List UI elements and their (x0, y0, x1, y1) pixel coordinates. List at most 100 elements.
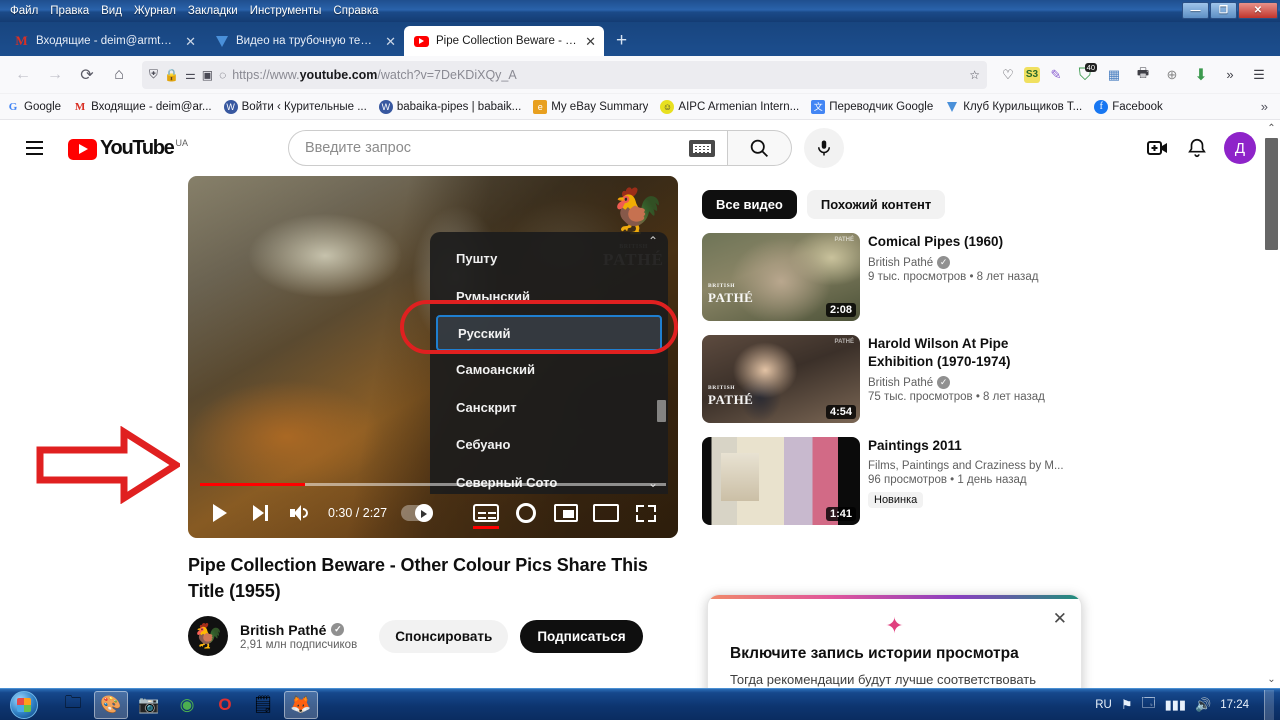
bookmark-star-icon[interactable]: ☆ (969, 68, 980, 82)
bookmark-google-translate[interactable]: 文 Переводчик Google (811, 99, 933, 114)
volume-icon[interactable]: 🔊 (1195, 697, 1211, 713)
maximize-button[interactable]: ❐ (1210, 2, 1237, 19)
scroll-down-icon[interactable]: ⌄ (1263, 671, 1280, 688)
menu-item-history[interactable]: Журнал (128, 3, 182, 19)
taskbar-paint-icon[interactable]: 🎨 (94, 690, 128, 719)
adblock-icon[interactable]: ⛉ 40 (1072, 62, 1098, 88)
language-menu-scrollbar[interactable] (657, 400, 666, 422)
volume-button[interactable] (280, 496, 320, 530)
flag-icon[interactable]: ⚑ (1121, 697, 1133, 713)
video-player[interactable]: 🐓 BRITISH PATHÉ ⌃ Пушту Румынский Русски… (188, 176, 678, 538)
video-channel[interactable]: Films, Paintings and Craziness by M... (868, 460, 1072, 472)
translate-extension-icon[interactable]: ▦ (1101, 62, 1127, 88)
subscribe-button[interactable]: Подписаться (520, 619, 643, 653)
taskbar-notepad-icon[interactable]: 🗒 (246, 691, 280, 719)
clock[interactable]: 17:24 (1220, 699, 1249, 711)
globe-icon[interactable]: ⊕ (1159, 62, 1185, 88)
menu-item-tools[interactable]: Инструменты (244, 3, 328, 19)
bookmark-google[interactable]: G Google (6, 100, 61, 114)
youtube-logo[interactable]: YouTube UA (68, 137, 188, 160)
page-scrollbar[interactable]: ⌃ ⌄ (1263, 120, 1280, 688)
recommended-video-item[interactable]: PATHÉ BRITISH PATHÉ 2:08 Comical Pipes (… (702, 233, 1072, 321)
browser-tab-video[interactable]: Видео на трубочную тему - Ст ✕ (204, 26, 404, 56)
lock-icon[interactable]: 🔒 (164, 68, 179, 82)
chip-related-content[interactable]: Похожий контент (806, 190, 946, 219)
miniplayer-button[interactable] (546, 496, 586, 530)
tab-close-icon[interactable]: ✕ (185, 35, 196, 48)
language-item-cebuano[interactable]: Себуано (430, 426, 668, 464)
autoplay-toggle[interactable] (401, 504, 434, 522)
recommended-video-item[interactable]: PATHÉ BRITISH PATHÉ 4:54 Harold Wilson A… (702, 335, 1072, 423)
new-tab-button[interactable]: + (604, 30, 639, 56)
bookmark-facebook[interactable]: f Facebook (1094, 99, 1163, 114)
search-input[interactable] (305, 140, 689, 156)
subtitle-language-menu[interactable]: ⌃ Пушту Румынский Русский Самоанский Сан… (430, 232, 668, 494)
video-channel[interactable]: British Pathé ✓ (868, 376, 1072, 389)
sponsor-button[interactable]: Спонсировать (379, 619, 509, 653)
taskbar-firefox-icon[interactable]: 🦊 (284, 690, 318, 719)
reload-button[interactable]: ⟳ (72, 60, 102, 90)
language-item-romanian[interactable]: Румынский (430, 278, 668, 316)
play-button[interactable] (200, 496, 240, 530)
language-item-sanskrit[interactable]: Санскрит (430, 389, 668, 427)
language-item-samoan[interactable]: Самоанский (430, 351, 668, 389)
browser-tab-youtube[interactable]: Pipe Collection Beware - Other С ✕ (404, 26, 604, 56)
theater-mode-button[interactable] (586, 496, 626, 530)
scrollbar-thumb[interactable] (1265, 138, 1278, 250)
search-box[interactable] (288, 130, 728, 166)
network-icon[interactable]: ▮▮▮ (1165, 697, 1186, 713)
bookmark-wordpress-login[interactable]: W Войти ‹ Курительные ... (223, 99, 367, 114)
voice-search-button[interactable] (804, 128, 844, 168)
stylus-icon[interactable]: ✎ (1043, 62, 1069, 88)
bookmarks-overflow-icon[interactable]: » (1261, 99, 1274, 114)
back-button[interactable]: ← (8, 60, 38, 90)
progress-bar[interactable] (200, 483, 666, 486)
menu-item-bookmarks[interactable]: Закладки (182, 3, 244, 19)
settings-button[interactable] (506, 496, 546, 530)
bookmark-aipc[interactable]: ☺ AIPC Armenian Intern... (660, 99, 799, 114)
appmenu-icon[interactable]: ☰ (1246, 62, 1272, 88)
scroll-up-icon[interactable]: ⌃ (1263, 120, 1280, 137)
menu-item-file[interactable]: Файл (4, 3, 44, 19)
video-thumbnail[interactable]: 1:41 (702, 437, 860, 525)
close-button[interactable]: ✕ (1238, 2, 1278, 19)
guide-menu-icon[interactable] (14, 128, 54, 168)
language-item-russian[interactable]: Русский (436, 315, 662, 351)
language-item-pashto[interactable]: Пушту (430, 240, 668, 278)
avatar[interactable]: Д (1224, 132, 1256, 164)
download-icon[interactable]: ⬇ (1188, 62, 1214, 88)
language-indicator[interactable]: RU (1095, 699, 1112, 711)
bookmark-ebay[interactable]: e My eBay Summary (533, 99, 648, 114)
action-center-icon[interactable]: 🗔 (1141, 694, 1155, 716)
chevron-up-icon[interactable]: ⌃ (648, 234, 658, 248)
channel-name-row[interactable]: British Pathé ✓ (240, 622, 357, 638)
chip-all-videos[interactable]: Все видео (702, 190, 797, 219)
bookmark-babaika-pipes[interactable]: W babaika-pipes | babaik... (378, 99, 521, 114)
no-camera-icon[interactable]: ▣ (202, 68, 213, 82)
start-button[interactable] (0, 690, 48, 720)
bookmark-gmail[interactable]: M Входящие - deim@ar... (73, 100, 212, 114)
menu-item-edit[interactable]: Правка (44, 3, 95, 19)
bell-icon[interactable] (1186, 137, 1208, 159)
video-thumbnail[interactable]: PATHÉ BRITISH PATHÉ 2:08 (702, 233, 860, 321)
taskbar-explorer-icon[interactable]: 🗀 (56, 691, 90, 719)
search-button[interactable] (728, 130, 792, 166)
next-button[interactable] (240, 496, 280, 530)
close-icon[interactable]: ✕ (1053, 609, 1067, 629)
shield-icon[interactable]: ⛨ (149, 67, 158, 82)
tab-close-icon[interactable]: ✕ (385, 35, 396, 48)
fullscreen-button[interactable] (626, 496, 666, 530)
tab-close-icon[interactable]: ✕ (585, 35, 596, 48)
menu-item-help[interactable]: Справка (327, 3, 384, 19)
video-thumbnail[interactable]: PATHÉ BRITISH PATHÉ 4:54 (702, 335, 860, 423)
s3-extension-icon[interactable]: S3 (1024, 66, 1040, 83)
channel-avatar[interactable]: 🐓 (188, 616, 228, 656)
print-icon[interactable]: 🖶 (1130, 62, 1156, 88)
subtitles-button[interactable] (466, 496, 506, 530)
forward-button[interactable]: → (40, 60, 70, 90)
browser-tab-gmail[interactable]: M Входящие - deim@armtec.com ✕ (4, 26, 204, 56)
overflow-icon[interactable]: » (1217, 62, 1243, 88)
address-bar[interactable]: ⛨ 🔒 ⚌ ▣ ◌ https://www.youtube.com/watch?… (142, 60, 987, 89)
menu-item-view[interactable]: Вид (95, 3, 128, 19)
bookmark-smokers-club[interactable]: Клуб Курильщиков Т... (945, 100, 1082, 114)
